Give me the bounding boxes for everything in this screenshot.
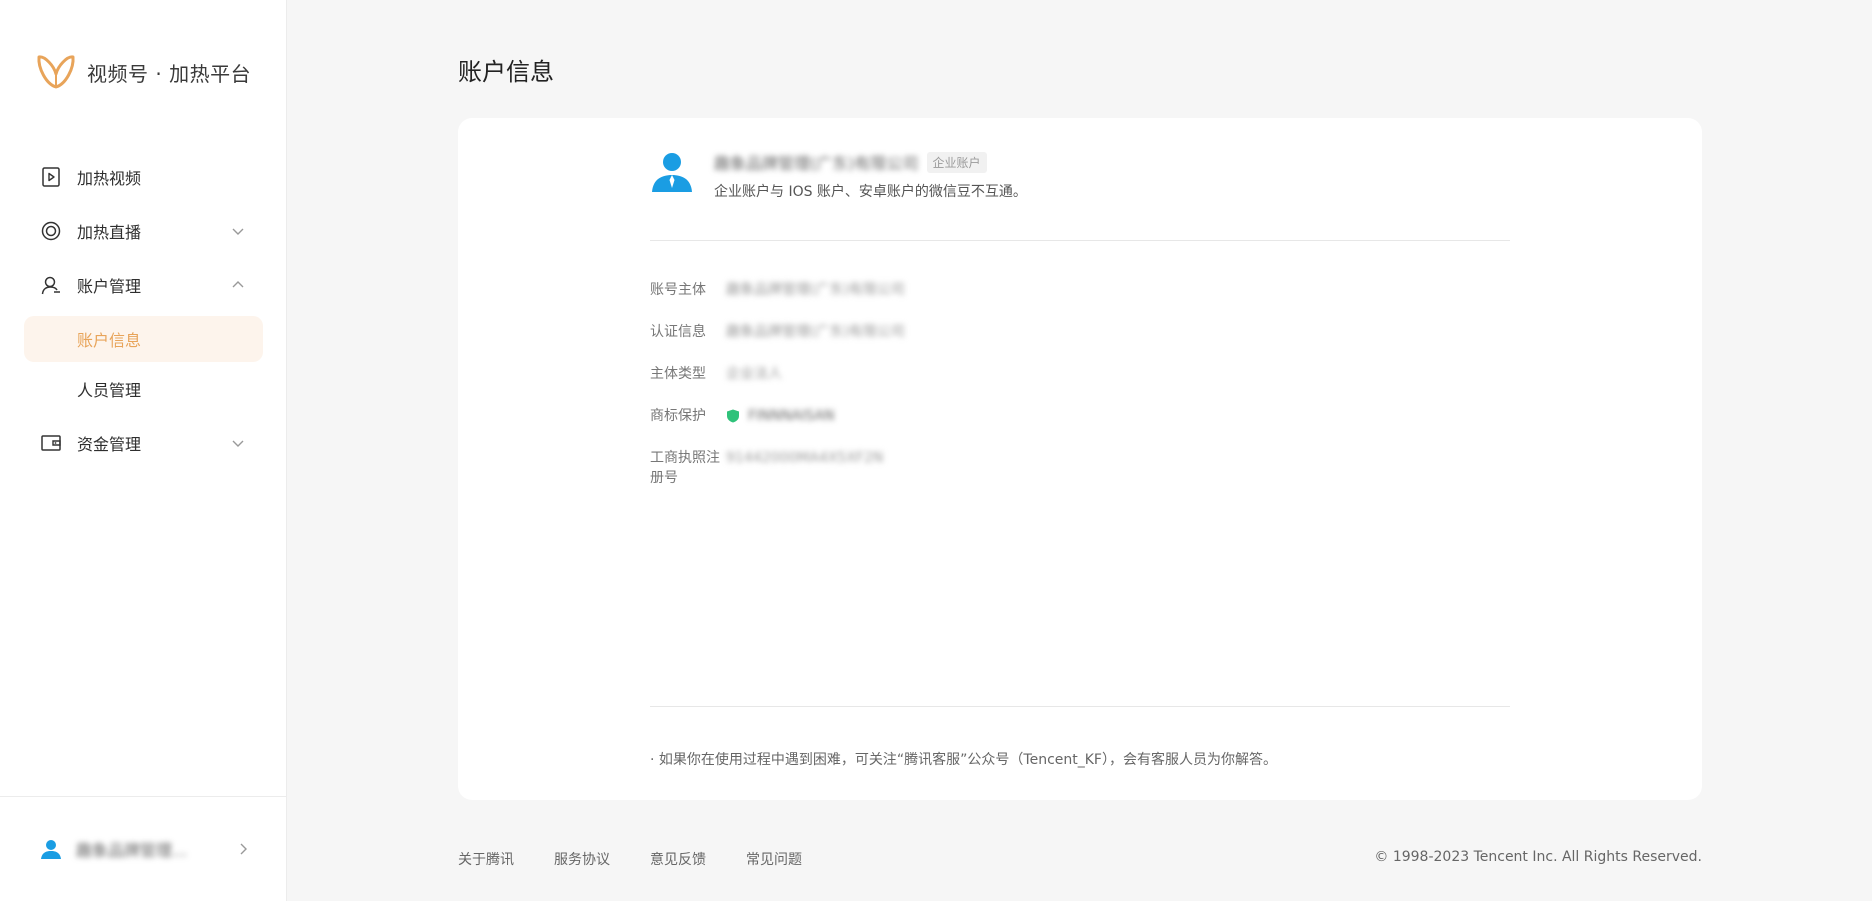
info-label: 商标保护: [650, 408, 706, 424]
card-divider-top: [650, 240, 1510, 241]
copyright: © 1998-2023 Tencent Inc. All Rights Rese…: [1374, 849, 1702, 865]
account-name: 趣象品牌管理(广东)有限公司: [714, 154, 919, 173]
user-avatar-icon: [41, 840, 61, 859]
play-video-icon: [40, 166, 62, 188]
brand[interactable]: 视频号 · 加热平台: [36, 54, 251, 90]
current-user-entry[interactable]: 趣象品牌管理...: [40, 835, 250, 863]
page-title: 账户信息: [458, 58, 554, 86]
sidebar-item-fund-management[interactable]: 资金管理: [0, 416, 287, 470]
help-text: · 如果你在使用过程中遇到困难，可关注“腾讯客服”公众号（Tencent_KF）…: [650, 752, 1277, 768]
card-divider-bottom: [650, 706, 1510, 707]
sidebar-item-label: 加热直播: [77, 223, 142, 242]
footer-link-faq[interactable]: 常见问题: [746, 849, 802, 869]
sidebar-subitem-account-info[interactable]: 账户信息: [24, 316, 263, 362]
trademark-value: FINNNAISAN: [748, 408, 835, 424]
info-row-account-subject: 账号主体 趣象品牌管理(广东)有限公司: [650, 280, 1510, 300]
sidebar: 视频号 · 加热平台 加热视频 加热直播 账户管理 账户信息 人员管理 资金管理…: [0, 0, 287, 901]
footer-link-about[interactable]: 关于腾讯: [458, 849, 514, 869]
account-info-card: 趣象品牌管理(广东)有限公司 企业账户 企业账户与 IOS 账户、安卓账户的微信…: [458, 118, 1702, 800]
enterprise-avatar-icon: [652, 153, 692, 192]
butterfly-logo-icon: [37, 55, 75, 89]
info-label: 工商执照注册号: [650, 450, 720, 486]
chevron-up-icon[interactable]: [231, 278, 245, 292]
sidebar-item-label: 账户信息: [77, 331, 142, 350]
sidebar-subitem-member-management[interactable]: 人员管理: [24, 366, 263, 412]
sidebar-item-label: 人员管理: [77, 381, 142, 400]
info-row-license-number: 工商执照注册号 91442000MA4X5XF2N: [650, 448, 1510, 488]
sidebar-divider: [0, 796, 287, 797]
wallet-icon: [40, 432, 62, 454]
info-label: 认证信息: [650, 324, 706, 340]
sidebar-item-boost-video[interactable]: 加热视频: [0, 150, 287, 204]
footer-link-terms[interactable]: 服务协议: [554, 849, 610, 869]
account-header: 趣象品牌管理(广东)有限公司 企业账户 企业账户与 IOS 账户、安卓账户的微信…: [650, 150, 1027, 201]
account-note: 企业账户与 IOS 账户、安卓账户的微信豆不互通。: [714, 184, 1027, 200]
footer-links: 关于腾讯 服务协议 意见反馈 常见问题: [458, 849, 842, 869]
shield-icon: [727, 409, 739, 423]
sidebar-item-label: 资金管理: [77, 435, 142, 454]
info-value: 91442000MA4X5XF2N: [726, 450, 884, 466]
brand-title: 视频号 · 加热平台: [87, 61, 252, 86]
info-value: 企业法人: [726, 366, 782, 382]
info-value: 趣象品牌管理(广东)有限公司: [726, 324, 905, 340]
chevron-down-icon[interactable]: [231, 436, 245, 450]
sidebar-item-label: 账户管理: [77, 277, 142, 296]
info-row-trademark: 商标保护 FINNNAISAN: [650, 406, 1510, 426]
account-type-badge: 企业账户: [926, 151, 987, 173]
info-row-subject-type: 主体类型 企业法人: [650, 364, 1510, 384]
account-info-fields: 账号主体 趣象品牌管理(广东)有限公司 认证信息 趣象品牌管理(广东)有限公司 …: [650, 280, 1510, 510]
info-label: 主体类型: [650, 366, 706, 382]
info-value: 趣象品牌管理(广东)有限公司: [726, 282, 905, 298]
info-row-verification: 认证信息 趣象品牌管理(广东)有限公司: [650, 322, 1510, 342]
sidebar-nav: 加热视频 加热直播 账户管理 账户信息 人员管理 资金管理: [0, 150, 287, 470]
sidebar-item-label: 加热视频: [77, 169, 142, 188]
sidebar-item-account-management[interactable]: 账户管理: [0, 258, 287, 312]
live-ring-icon: [40, 220, 62, 242]
info-label: 账号主体: [650, 282, 706, 298]
sidebar-item-boost-live[interactable]: 加热直播: [0, 204, 287, 258]
user-name: 趣象品牌管理...: [76, 841, 188, 860]
info-value-trademark: FINNNAISAN: [726, 406, 835, 426]
chevron-down-icon[interactable]: [231, 224, 245, 238]
chevron-right-icon[interactable]: [236, 842, 250, 856]
footer-link-feedback[interactable]: 意见反馈: [650, 849, 706, 869]
account-name-row: 趣象品牌管理(广东)有限公司 企业账户: [714, 150, 1027, 174]
user-outline-icon: [40, 274, 62, 296]
